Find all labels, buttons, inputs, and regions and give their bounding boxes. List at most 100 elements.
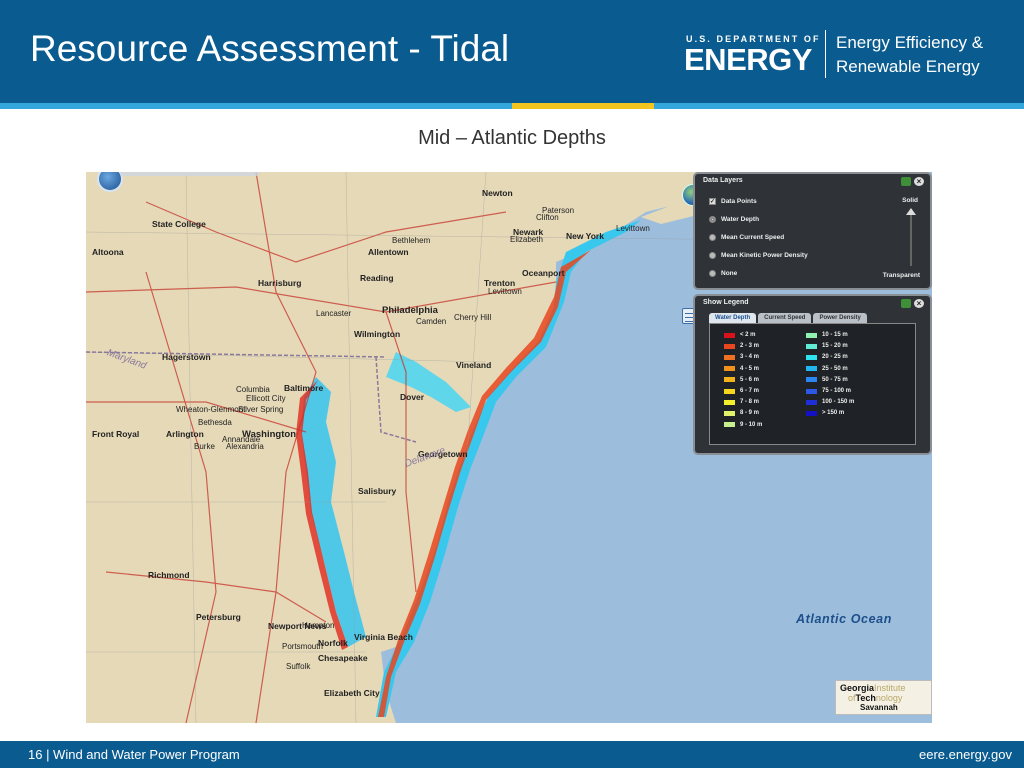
layer-label: Mean Kinetic Power Density: [721, 252, 808, 259]
city-label: Chesapeake: [318, 653, 368, 663]
panel-buttons: ×: [901, 177, 924, 186]
legend-label: 7 - 8 m: [740, 399, 760, 406]
radio-icon[interactable]: [709, 252, 716, 259]
legend-swatch: [806, 377, 817, 383]
tab-current-speed[interactable]: Current Speed: [758, 313, 812, 323]
city-label: Altoona: [92, 247, 124, 257]
slide: Resource Assessment - Tidal U.S. DEPARTM…: [0, 0, 1024, 768]
legend-label: 9 - 10 m: [740, 421, 763, 428]
city-label: Baltimore: [284, 383, 324, 393]
georgia-tech-savannah-logo: GeorgiaInstitute ofTechnology Savannah: [835, 680, 932, 715]
city-label: Dover: [400, 392, 425, 402]
legend-item: 4 - 5 m: [724, 366, 759, 372]
close-icon[interactable]: ×: [914, 299, 924, 308]
city-label: Burke: [194, 442, 215, 451]
legend-swatch: [724, 366, 735, 372]
legend-label: > 150 m: [822, 410, 845, 417]
legend-item: 2 - 3 m: [724, 343, 759, 349]
logo-line-2: ofTechnology: [848, 693, 903, 703]
logo-line-3: Savannah: [860, 703, 898, 712]
layer-mean-kinetic-power-density[interactable]: Mean Kinetic Power Density: [709, 252, 808, 259]
legend-label: 75 - 100 m: [822, 388, 852, 394]
opacity-slider-track[interactable]: [910, 214, 912, 266]
city-label: Bethlehem: [392, 236, 431, 245]
map-nav-tab[interactable]: [120, 172, 260, 176]
city-label: Levittown: [616, 224, 650, 233]
city-label: Richmond: [148, 570, 190, 580]
footer-bar: 16 | Wind and Water Power Program eere.e…: [0, 741, 1024, 768]
panel-title: Data Layers: [703, 177, 743, 184]
layer-water-depth[interactable]: Water Depth: [709, 216, 759, 223]
city-label: State College: [152, 219, 206, 229]
city-label: Camden: [416, 317, 447, 326]
city-label: Clifton: [536, 213, 559, 222]
city-label: Columbia: [236, 385, 270, 394]
city-label: Vineland: [456, 360, 492, 370]
data-layers-panel: Data Layers × Solid Transparent ✓ Data P…: [693, 172, 932, 290]
legend-swatch: [806, 399, 817, 405]
city-label: Silver Spring: [238, 405, 284, 414]
tab-water-depth[interactable]: Water Depth: [709, 313, 757, 323]
layer-data-points[interactable]: ✓ Data Points: [709, 198, 757, 205]
layer-label: None: [721, 270, 738, 277]
close-icon[interactable]: ×: [914, 177, 924, 186]
legend-item: 75 - 100 m: [806, 388, 851, 394]
logo-line-1: GeorgiaInstitute: [840, 683, 906, 693]
legend-label: 20 - 25 m: [822, 354, 848, 361]
city-label: Virginia Beach: [354, 632, 413, 642]
layer-mean-current-speed[interactable]: Mean Current Speed: [709, 234, 784, 241]
checkbox-checked-icon[interactable]: ✓: [709, 198, 716, 205]
eere-line-1: Energy Efficiency &: [836, 33, 984, 52]
legend-label: 50 - 75 m: [822, 376, 848, 383]
legend-item: < 2 m: [724, 332, 756, 338]
opacity-top-label: Solid: [902, 197, 918, 204]
legend-label: 15 - 20 m: [822, 343, 848, 350]
legend-box: < 2 m 2 - 3 m 3 - 4 m 4 - 5 m 5 - 6 m 6 - 7 m…: [709, 323, 916, 445]
map-subtitle: Mid – Atlantic Depths: [418, 127, 606, 149]
city-label: Hagerstown: [162, 352, 211, 362]
legend-item: 6 - 7 m: [724, 388, 759, 394]
radio-icon[interactable]: [709, 234, 716, 241]
legend-swatch: [724, 422, 735, 428]
city-label: Alexandria: [226, 442, 264, 451]
legend-swatch: [806, 366, 817, 372]
city-label: Elizabeth: [510, 235, 543, 244]
tab-power-density[interactable]: Power Density: [813, 313, 867, 323]
layer-none[interactable]: None: [709, 270, 737, 277]
city-label: Hampton: [302, 621, 335, 630]
legend-label: 6 - 7 m: [740, 388, 760, 394]
city-label: Reading: [360, 273, 394, 283]
tidal-depth-map[interactable]: Newton Paterson Clifton Newark Elizabeth…: [86, 172, 932, 723]
city-label: Harrisburg: [258, 278, 302, 288]
legend-item: 8 - 9 m: [724, 410, 759, 416]
radio-icon[interactable]: [709, 270, 716, 277]
panel-title: Show Legend: [703, 299, 749, 306]
legend-panel: Show Legend × Water Depth Current Speed …: [693, 294, 932, 455]
legend-label: 8 - 9 m: [740, 410, 760, 417]
legend-swatch: [724, 354, 735, 360]
legend-label: 4 - 5 m: [740, 365, 760, 372]
opacity-slider-thumb[interactable]: [906, 208, 916, 215]
city-label: Cherry Hill: [454, 313, 492, 322]
doe-logo-wordmark: ENERGY: [684, 42, 812, 77]
legend-item: 10 - 15 m: [806, 332, 848, 338]
opacity-bottom-label: Transparent: [882, 272, 920, 279]
legend-label: < 2 m: [740, 332, 756, 338]
legend-item: 3 - 4 m: [724, 354, 759, 360]
footer-right-text: eere.energy.gov: [919, 747, 1012, 762]
layer-label: Mean Current Speed: [721, 234, 785, 241]
city-label: Petersburg: [196, 612, 241, 622]
legend-swatch: [724, 332, 735, 338]
radio-selected-icon[interactable]: [709, 216, 716, 223]
legend-item: 25 - 50 m: [806, 366, 848, 372]
city-label: Wheaton-Glenmont: [176, 405, 246, 414]
slide-title: Resource Assessment - Tidal: [30, 28, 510, 69]
legend-item: 7 - 8 m: [724, 399, 759, 405]
city-label: Allentown: [368, 247, 409, 257]
panel-expand-icon[interactable]: [901, 177, 911, 186]
legend-label: 10 - 15 m: [822, 332, 848, 338]
city-label: Wilmington: [354, 329, 401, 339]
layer-label: Data Points: [721, 198, 757, 205]
panel-expand-icon[interactable]: [901, 299, 911, 308]
eere-line-2: Renewable Energy: [836, 57, 980, 76]
